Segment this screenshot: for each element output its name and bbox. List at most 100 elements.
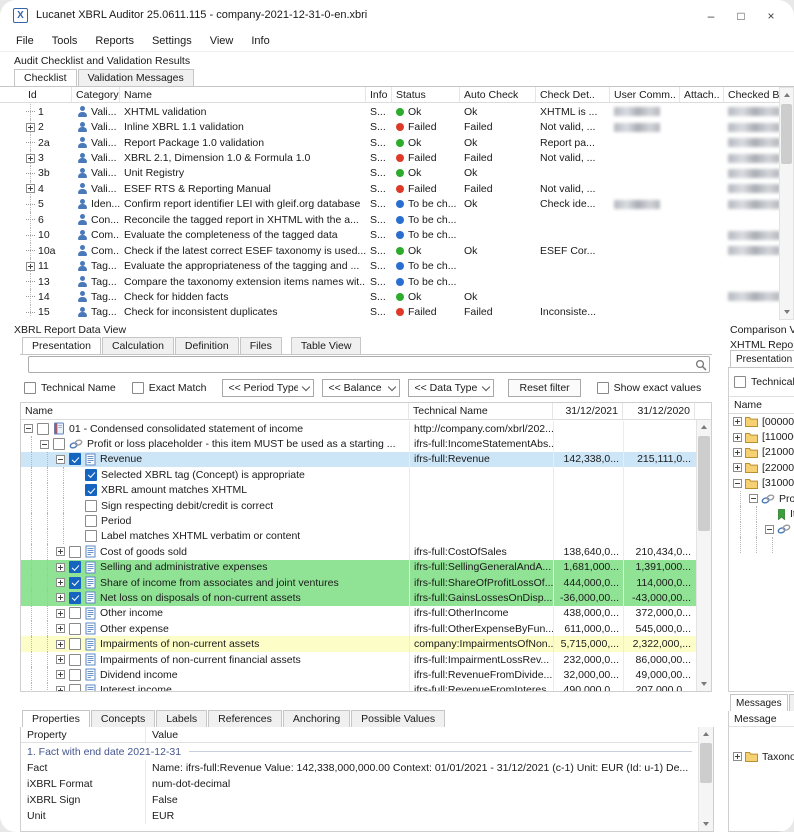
info-link[interactable]: S... xyxy=(366,166,392,181)
tab-files[interactable]: Files xyxy=(240,337,282,354)
audit-row[interactable]: 1 Vali... XHTML validation S... Ok Ok XH… xyxy=(24,104,779,119)
tree-row[interactable]: Profit xyxy=(729,491,794,506)
property-row[interactable]: iXBRL Sign False xyxy=(21,792,698,808)
expander-icon[interactable] xyxy=(56,593,65,602)
expander-icon[interactable] xyxy=(733,433,742,442)
expander-icon[interactable] xyxy=(56,655,65,664)
expander-icon[interactable] xyxy=(56,547,65,556)
tree-row[interactable]: Dividend income ifrs-full:RevenueFromDiv… xyxy=(21,667,696,682)
info-link[interactable]: S... xyxy=(366,104,392,119)
tree-row[interactable]: [220000 xyxy=(729,460,794,475)
checkbox[interactable] xyxy=(85,515,97,527)
tree-row[interactable]: Cost of goods sold ifrs-full:CostOfSales… xyxy=(21,544,696,559)
properties-scrollbar[interactable] xyxy=(698,727,713,831)
scroll-track[interactable] xyxy=(697,434,711,677)
expander-icon[interactable] xyxy=(733,479,742,488)
tab-labels[interactable]: Labels xyxy=(156,710,207,727)
expander-icon[interactable] xyxy=(26,154,35,163)
expander-icon[interactable] xyxy=(733,752,742,761)
audit-row[interactable]: 6 Con... Reconcile the tagged report in … xyxy=(24,212,779,227)
balance-dropdown[interactable]: << Balance >> xyxy=(322,379,400,397)
column-header-info[interactable]: Info xyxy=(366,87,392,102)
audit-row[interactable]: 10 Com... Evaluate the completeness of t… xyxy=(24,228,779,243)
checkbox[interactable] xyxy=(85,469,97,481)
column-header-name[interactable]: Name xyxy=(21,403,409,419)
audit-row[interactable]: 5 Iden... Confirm report identifier LEI … xyxy=(24,197,779,212)
checkbox[interactable] xyxy=(37,423,49,435)
audit-row[interactable]: 2 Vali... Inline XBRL 1.1 validation S..… xyxy=(24,119,779,134)
menu-tools[interactable]: Tools xyxy=(43,32,87,50)
checkbox[interactable] xyxy=(69,577,81,589)
checkbox[interactable] xyxy=(85,484,97,496)
column-header-check-details[interactable]: Check Det.. xyxy=(536,87,610,102)
period-type-dropdown[interactable]: << Period Type >> xyxy=(222,379,314,397)
expander-icon[interactable] xyxy=(56,609,65,618)
checkbox[interactable] xyxy=(69,453,81,465)
column-header-technical-name[interactable]: Technical Name xyxy=(409,403,553,419)
audit-row[interactable]: 3b Vali... Unit Registry S... Ok Ok xyxy=(24,166,779,181)
data-type-dropdown[interactable]: << Data Type >> xyxy=(408,379,494,397)
checkbox[interactable] xyxy=(69,684,81,691)
property-row[interactable]: iXBRL Format num-dot-decimal xyxy=(21,776,698,792)
menu-settings[interactable]: Settings xyxy=(143,32,201,50)
info-link[interactable]: S... xyxy=(366,197,392,212)
menu-view[interactable]: View xyxy=(201,32,243,50)
info-link[interactable]: S... xyxy=(366,274,392,289)
checkbox[interactable] xyxy=(69,607,81,619)
info-link[interactable]: S... xyxy=(366,119,392,134)
tree-row[interactable]: [110000 xyxy=(729,429,794,444)
scroll-down-button[interactable] xyxy=(697,677,711,691)
checkbox[interactable] xyxy=(69,561,81,573)
info-link[interactable]: S... xyxy=(366,150,392,165)
tab-messages[interactable]: Messages xyxy=(730,694,788,712)
expander-icon[interactable] xyxy=(26,123,35,132)
tree-row[interactable]: Other expense ifrs-full:OtherExpenseByFu… xyxy=(21,621,696,636)
technical-name-checkbox[interactable]: Technical Name xyxy=(24,382,116,394)
menu-info[interactable]: Info xyxy=(242,32,278,50)
tab-properties[interactable]: Properties xyxy=(789,694,794,711)
column-header-status[interactable]: Status xyxy=(392,87,460,102)
expander-icon[interactable] xyxy=(733,448,742,457)
scroll-up-button[interactable] xyxy=(780,88,793,102)
tree-row[interactable]: 01 - Condensed consolidated statement of… xyxy=(21,421,696,436)
tab-presentation[interactable]: Presentation xyxy=(730,350,794,368)
tree-row[interactable]: [210000 xyxy=(729,445,794,460)
audit-scrollbar[interactable] xyxy=(779,87,794,320)
tree-row[interactable]: Impairments of non-current financial ass… xyxy=(21,652,696,667)
tree-row[interactable]: Selected XBRL tag (Concept) is appropria… xyxy=(21,467,696,482)
tree-row[interactable]: Sign respecting debit/credit is correct xyxy=(21,498,696,513)
audit-row[interactable]: 11 Tag... Evaluate the appropriateness o… xyxy=(24,258,779,273)
tree-row[interactable]: Ite xyxy=(729,506,794,521)
scroll-down-button[interactable] xyxy=(699,817,713,831)
scroll-down-button[interactable] xyxy=(780,305,793,319)
minimize-button[interactable]: – xyxy=(696,4,726,28)
scroll-up-button[interactable] xyxy=(697,420,711,434)
expander-icon[interactable] xyxy=(56,578,65,587)
expander-icon[interactable] xyxy=(24,424,33,433)
tab-concepts[interactable]: Concepts xyxy=(91,710,155,727)
tree-row[interactable]: Net loss on disposals of non-current ass… xyxy=(21,590,696,605)
menu-file[interactable]: File xyxy=(7,32,43,50)
expander-icon[interactable] xyxy=(26,184,35,193)
tab-validation-messages[interactable]: Validation Messages xyxy=(78,69,194,86)
property-row[interactable]: Unit EUR xyxy=(21,808,698,824)
expander-icon[interactable] xyxy=(56,670,65,679)
column-header-2021[interactable]: 31/12/2021 xyxy=(553,403,623,419)
audit-row[interactable]: 2a Vali... Report Package 1.0 validation… xyxy=(24,135,779,150)
scroll-thumb[interactable] xyxy=(698,436,710,531)
tab-table-view[interactable]: Table View xyxy=(291,337,362,354)
info-link[interactable]: S... xyxy=(366,135,392,150)
exact-match-checkbox[interactable]: Exact Match xyxy=(132,382,207,394)
search-field[interactable] xyxy=(28,356,710,373)
expander-icon[interactable] xyxy=(765,525,774,534)
column-header-auto-check[interactable]: Auto Check xyxy=(460,87,536,102)
tree-row[interactable]: Profit or loss placeholder - this item M… xyxy=(21,436,696,451)
tree-row[interactable]: Selling and administrative expenses ifrs… xyxy=(21,560,696,575)
checkbox[interactable] xyxy=(69,654,81,666)
audit-row[interactable]: 4 Vali... ESEF RTS & Reporting Manual S.… xyxy=(24,181,779,196)
tab-calculation[interactable]: Calculation xyxy=(102,337,174,354)
checkbox[interactable] xyxy=(69,623,81,635)
tab-presentation[interactable]: Presentation xyxy=(22,337,101,355)
tree-row[interactable]: [310000 xyxy=(729,476,794,491)
audit-row[interactable]: 15 Tag... Check for inconsistent duplica… xyxy=(24,305,779,317)
